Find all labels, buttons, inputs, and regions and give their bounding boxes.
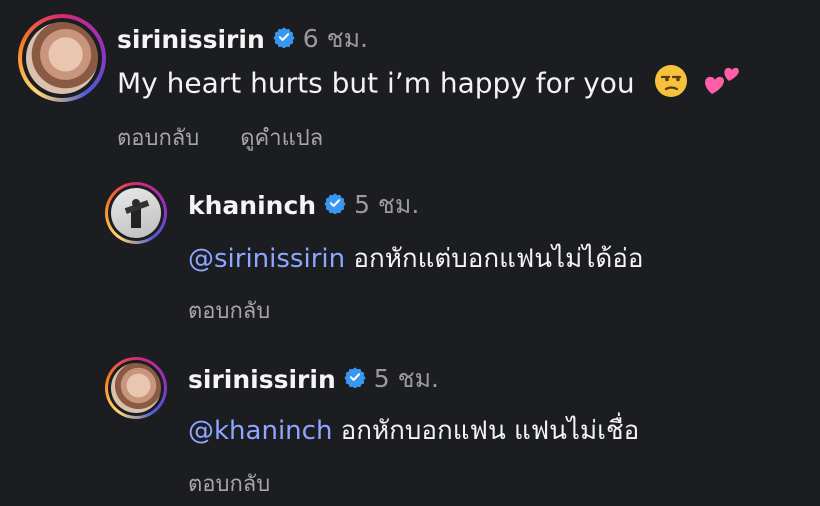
reply-button[interactable]: ตอบกลับ bbox=[188, 472, 270, 497]
comment-text: อกหักแต่บอกแฟนไม่ได้อ่อ bbox=[345, 244, 644, 274]
timestamp: 5 ชม. bbox=[354, 190, 420, 219]
verified-badge-icon bbox=[324, 191, 346, 220]
verified-badge-icon bbox=[344, 365, 366, 394]
avatar bbox=[26, 22, 98, 94]
username[interactable]: sirinissirin bbox=[117, 25, 265, 54]
avatar-ring[interactable] bbox=[105, 182, 167, 244]
mention-link[interactable]: @khaninch bbox=[188, 416, 332, 446]
username[interactable]: khaninch bbox=[188, 191, 316, 220]
comment-actions: ตอบกลับ bbox=[188, 293, 270, 328]
comment-text: My heart hurts but i’m happy for you bbox=[117, 66, 635, 100]
unamused-face-emoji bbox=[654, 64, 688, 105]
verified-badge-icon bbox=[273, 25, 295, 54]
mention-link[interactable]: @sirinissirin bbox=[188, 244, 345, 274]
avatar bbox=[111, 188, 161, 238]
two-hearts-emoji bbox=[702, 64, 742, 105]
reply-button[interactable]: ตอบกลับ bbox=[117, 126, 199, 151]
reply-button[interactable]: ตอบกลับ bbox=[188, 299, 270, 324]
comment-actions: ตอบกลับ bbox=[188, 466, 270, 501]
comment-text-row: @sirinissirin อกหักแต่บอกแฟนไม่ได้อ่อ bbox=[188, 238, 643, 279]
comment-actions: ตอบกลับ ดูคำแปล bbox=[117, 120, 323, 155]
comment-text-row: @khaninch อกหักบอกแฟน แฟนไม่เชื่อ bbox=[188, 410, 639, 451]
avatar-ring[interactable] bbox=[18, 14, 106, 102]
avatar-ring[interactable] bbox=[105, 357, 167, 419]
comment-text-row: My heart hurts but i’m happy for you bbox=[117, 64, 742, 105]
comment-text: อกหักบอกแฟน แฟนไม่เชื่อ bbox=[332, 416, 640, 446]
timestamp: 6 ชม. bbox=[302, 24, 368, 53]
username[interactable]: sirinissirin bbox=[188, 365, 336, 394]
timestamp: 5 ชม. bbox=[373, 364, 439, 393]
avatar bbox=[111, 363, 161, 413]
see-translation-button[interactable]: ดูคำแปล bbox=[240, 126, 323, 151]
